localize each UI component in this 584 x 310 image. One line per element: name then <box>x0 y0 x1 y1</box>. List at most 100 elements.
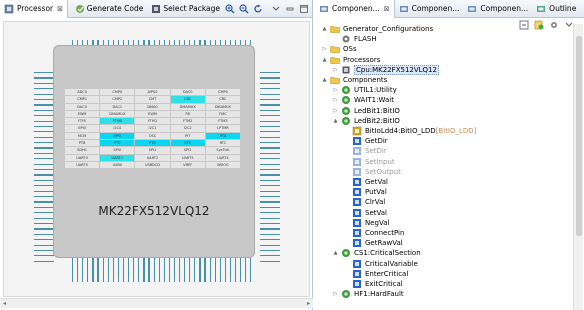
peripheral-cell[interactable]: UART3 <box>170 154 205 161</box>
tree-item[interactable]: SetVal <box>343 208 387 218</box>
peripheral-cell[interactable]: EWM <box>65 110 100 118</box>
peripheral-cell[interactable]: USBDCD <box>135 161 170 169</box>
peripheral-cell[interactable]: PTE <box>170 140 205 147</box>
select-package-button[interactable]: Select Package <box>151 0 220 18</box>
tree-item[interactable]: SetOutput <box>343 167 401 177</box>
tree-item[interactable]: CriticalVariable <box>343 259 418 269</box>
expand-toggle-icon[interactable]: ▲ <box>332 118 339 124</box>
tree-item[interactable]: ▲ Generator_Configurations <box>321 24 434 34</box>
close-icon[interactable]: ⊠ <box>57 5 63 13</box>
tree-item[interactable]: PutVal <box>343 187 387 197</box>
peripheral-cell[interactable]: DAC1 <box>100 103 135 110</box>
peripheral-cell[interactable]: FTFE <box>65 118 100 125</box>
expand-toggle-icon[interactable]: ▷ <box>321 46 328 52</box>
refresh-icon[interactable] <box>253 4 263 14</box>
maximize-icon[interactable] <box>299 4 309 14</box>
peripheral-cell[interactable]: SPI1 <box>135 147 170 154</box>
scroll-left-icon[interactable]: ◂ <box>3 300 6 307</box>
tab-component-inspector[interactable]: Componen... <box>463 0 532 18</box>
peripheral-cell[interactable]: DMAMUX <box>100 110 135 118</box>
tab-outline[interactable]: Outline <box>532 0 580 18</box>
peripheral-cell[interactable]: CMP1 <box>65 96 100 103</box>
tree-item[interactable]: ▲ CS1:CriticalSection <box>332 248 421 258</box>
peripheral-cell[interactable]: ADC0 <box>65 89 100 96</box>
expand-toggle-icon[interactable]: ▷ <box>332 67 339 73</box>
peripheral-cell[interactable]: CMP0 <box>100 89 135 96</box>
tree-item[interactable]: ClrVal <box>343 197 385 207</box>
peripheral-cell[interactable]: DMAMUX <box>205 103 241 110</box>
expand-toggle-icon[interactable]: ▲ <box>321 26 328 32</box>
tab-processor[interactable]: Processor ⊠ <box>0 0 68 18</box>
peripheral-cell[interactable]: DAC0 <box>65 103 100 110</box>
peripheral-cell[interactable]: FTM1 <box>135 118 170 125</box>
expand-toggle-icon[interactable]: ▲ <box>321 77 328 83</box>
tab-component-library[interactable]: Componen... <box>395 0 464 18</box>
expand-toggle-icon[interactable]: ▷ <box>332 291 339 297</box>
peripheral-cell[interactable]: USB0 <box>100 161 135 169</box>
expand-toggle-icon[interactable]: ▷ <box>332 97 339 103</box>
peripheral-cell[interactable]: UART5 <box>65 161 100 169</box>
tree-item[interactable]: GetDir <box>343 136 388 146</box>
peripheral-cell[interactable]: UART2 <box>135 154 170 161</box>
expand-toggle-icon[interactable]: ▲ <box>332 250 339 256</box>
peripheral-cell[interactable]: FTM2 <box>170 118 205 125</box>
tree-item[interactable]: ▲ LedBit2:BitIO <box>332 116 400 126</box>
tree-item[interactable]: ExitCritical <box>343 279 403 289</box>
tree-item[interactable]: NegVal <box>343 218 389 228</box>
tree-item[interactable]: GetVal <box>343 177 388 187</box>
expand-toggle-icon[interactable]: ▲ <box>321 57 328 63</box>
minimize-icon[interactable] <box>285 4 295 14</box>
peripheral-cell[interactable]: WDOG <box>205 161 241 169</box>
peripheral-cell[interactable]: SDHC <box>65 147 100 154</box>
peripheral-cell[interactable]: MCM <box>65 132 100 140</box>
peripheral-cell[interactable]: UART1 <box>100 154 135 161</box>
peripheral-cell[interactable]: GPIO <box>65 125 100 132</box>
close-icon[interactable]: ⊠ <box>384 5 390 13</box>
peripheral-cell[interactable]: VREF <box>170 161 205 169</box>
tree-item[interactable]: BitIoLdd4:BitIO_LDD [BitIO_LDD] <box>343 126 476 136</box>
peripheral-cell[interactable]: CMP2 <box>100 96 135 103</box>
tree-item[interactable]: ▷ HF1:HardFault <box>332 289 404 299</box>
peripheral-cell[interactable]: FMC <box>205 110 241 118</box>
scroll-right-icon[interactable]: ▸ <box>307 300 310 307</box>
peripheral-cell[interactable]: CRC <box>170 96 205 103</box>
peripheral-cell[interactable]: DMAMUX <box>170 103 205 110</box>
peripheral-cell[interactable]: OSC <box>135 132 170 140</box>
peripheral-cell[interactable]: PIT <box>170 132 205 140</box>
processor-diagram-canvas[interactable]: ADC0 CMP0 AIPS0 DAC0 CMP0 CMP1 CMP2 CMT CRC CRC DA… <box>3 21 310 297</box>
peripheral-cell[interactable]: I2C2 <box>170 125 205 132</box>
tree-item[interactable]: ▲ Processors <box>321 55 381 65</box>
peripheral-cell[interactable]: EWM <box>135 110 170 118</box>
peripheral-cell[interactable]: DMA0 <box>135 103 170 110</box>
tree-item[interactable]: GetRawVal <box>343 238 403 248</box>
view-menu-icon[interactable] <box>271 4 281 14</box>
peripheral-cell[interactable]: CRC <box>205 96 241 103</box>
tree-item[interactable]: ▲ Components <box>321 75 388 85</box>
peripheral-cell[interactable]: MPU <box>100 132 135 140</box>
tree-item[interactable]: SetInput <box>343 157 395 167</box>
peripheral-cell[interactable]: SPI0 <box>100 147 135 154</box>
peripheral-cell[interactable]: DAC0 <box>170 89 205 96</box>
peripheral-cell[interactable]: UART4 <box>205 154 241 161</box>
peripheral-cell[interactable]: PTB <box>65 140 100 147</box>
peripheral-cell[interactable]: RTC <box>205 140 241 147</box>
tree-item[interactable]: SetDir <box>343 146 387 156</box>
peripheral-cell[interactable]: LPTMR <box>205 125 241 132</box>
peripheral-cell[interactable]: I2C0 <box>100 125 135 132</box>
tree-item[interactable]: ▷ UTIL1:Utility <box>332 85 397 95</box>
peripheral-cell[interactable]: SPI2 <box>170 147 205 154</box>
expand-toggle-icon[interactable]: ▷ <box>332 87 339 93</box>
peripheral-cell[interactable]: FTM0 <box>100 118 135 125</box>
peripheral-cell[interactable]: CMP0 <box>205 89 241 96</box>
peripheral-cell[interactable]: PTA <box>205 132 241 140</box>
zoom-out-icon[interactable] <box>239 3 249 14</box>
peripheral-cell[interactable]: FB <box>170 110 205 118</box>
tree-item[interactable]: EnterCritical <box>343 269 408 279</box>
generate-code-button[interactable]: Generate Code <box>75 0 143 18</box>
tree-item[interactable]: ▷ LedBit1:BitIO <box>332 106 400 116</box>
vertical-scrollbar[interactable] <box>573 24 583 310</box>
tree-item[interactable]: ▷ OSs <box>321 44 357 54</box>
peripheral-cell[interactable]: I2C1 <box>135 125 170 132</box>
tab-components[interactable]: Componen... ⊠ <box>315 0 395 18</box>
expand-toggle-icon[interactable]: ▷ <box>332 108 339 114</box>
